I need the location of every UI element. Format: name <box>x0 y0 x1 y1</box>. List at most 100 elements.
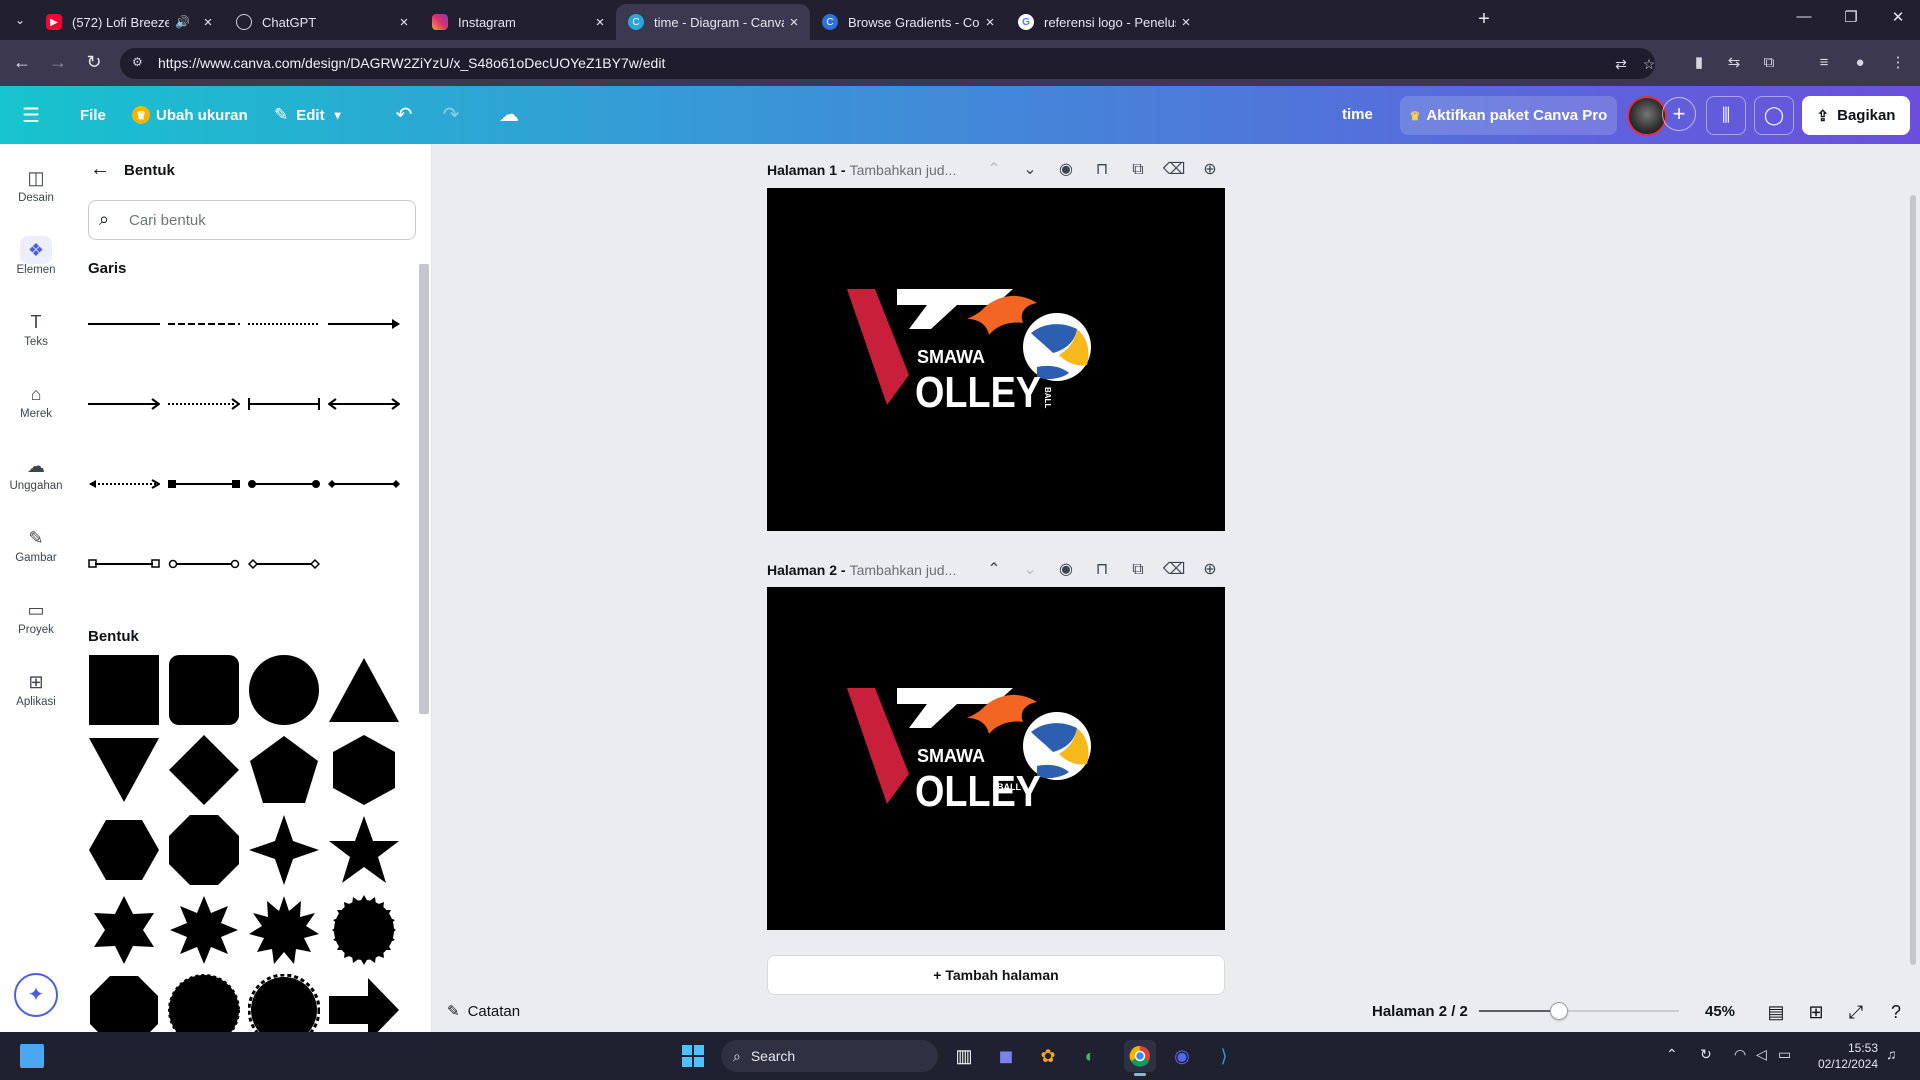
battery-icon[interactable]: ▭ <box>1778 1046 1791 1063</box>
zoom-slider-handle[interactable] <box>1550 1002 1568 1020</box>
browser-tab-youtube[interactable]: ▶ (572) Lofi Breeze: Beats to St 🔊 × <box>34 4 224 40</box>
close-tab-icon[interactable]: × <box>980 14 1000 31</box>
rail-item-desain[interactable]: ◫ Desain <box>0 164 72 224</box>
rail-item-teks[interactable]: T Teks <box>0 308 72 368</box>
line-arrow-open[interactable] <box>88 384 161 424</box>
page-1-canvas[interactable]: SMAWA OLLEY BALL <box>767 188 1225 531</box>
menu-hamburger-icon[interactable]: ☰ <box>22 99 48 131</box>
volleyball-logo[interactable]: SMAWA OLLEY BALL <box>847 283 1107 443</box>
page-2-canvas[interactable]: SMAWA OLLEY BALL <box>767 587 1225 930</box>
avatar[interactable] <box>1627 96 1667 136</box>
magic-sparkle-button[interactable]: ✦ <box>14 973 58 1017</box>
line-circle-ends[interactable] <box>248 464 320 504</box>
forward-arrow-icon[interactable]: → <box>46 51 70 75</box>
notification-bell-icon[interactable]: ♫ <box>1886 1046 1897 1062</box>
redo-icon[interactable]: ↷ <box>437 101 465 129</box>
browser-tab-coolors[interactable]: C Browse Gradients - Coolors × <box>810 4 1006 40</box>
minimize-window-icon[interactable]: — <box>1784 8 1824 25</box>
sync-icon[interactable]: ↻ <box>1700 1046 1712 1063</box>
browser-tab-canva[interactable]: C time - Diagram - Canva × <box>616 4 810 40</box>
back-arrow-icon[interactable]: ← <box>90 158 110 181</box>
shape-circle[interactable] <box>248 654 320 726</box>
profile-icon[interactable]: ● <box>1848 51 1872 75</box>
shape-triangle[interactable] <box>328 654 400 726</box>
file-menu-button[interactable]: File <box>80 99 106 131</box>
line-dashed[interactable] <box>168 304 240 344</box>
line-solid[interactable] <box>88 304 160 344</box>
shape-starburst[interactable] <box>328 894 400 966</box>
duplicate-icon[interactable]: ⧉ <box>1126 158 1150 182</box>
windows-start-icon[interactable] <box>677 1040 709 1072</box>
shape-hexagon[interactable] <box>328 734 400 806</box>
shape-search-input[interactable] <box>129 210 399 230</box>
tab-search-menu-button[interactable]: ⌄ <box>8 8 32 32</box>
url-text[interactable]: https://www.canva.com/design/DAGRW2ZiYzU… <box>158 55 665 71</box>
shape-octagon[interactable] <box>168 814 240 886</box>
close-tab-icon[interactable]: × <box>394 14 414 31</box>
line-open-square-ends[interactable] <box>88 544 160 584</box>
fullscreen-icon[interactable]: ⤢ <box>1843 999 1869 1025</box>
rail-item-proyek[interactable]: ▭ Proyek <box>0 596 72 656</box>
page-subtitle[interactable]: Tambahkan jud... <box>850 162 957 178</box>
hide-eye-icon[interactable]: ◉ <box>1054 158 1078 182</box>
new-tab-button[interactable]: + <box>1472 8 1496 32</box>
resize-button[interactable]: ♛ Ubah ukuran <box>132 99 248 131</box>
shape-diamond[interactable] <box>168 734 240 806</box>
page-grid-icon[interactable]: ⊞ <box>1803 999 1829 1025</box>
rail-item-unggahan[interactable]: ☁ Unggahan <box>0 452 72 512</box>
wifi-icon[interactable]: ◠ <box>1734 1046 1746 1063</box>
chevron-down-icon[interactable]: ⌄ <box>1018 158 1042 182</box>
edit-mode-button[interactable]: ✎ Edit ▾ <box>274 99 341 131</box>
notes-button[interactable]: ✎ Catatan <box>447 1002 520 1021</box>
shape-twelve-point-star[interactable] <box>248 894 320 966</box>
insights-chart-button[interactable]: ⫼ <box>1706 96 1746 135</box>
line-diamond-ends[interactable] <box>328 464 400 504</box>
tray-chevron-up-icon[interactable]: ⌃ <box>1666 1046 1678 1063</box>
speaker-icon[interactable]: 🔊 <box>175 15 190 29</box>
undo-icon[interactable]: ↶ <box>390 101 418 129</box>
shape-rounded-square[interactable] <box>168 654 240 726</box>
browser-tab-google[interactable]: G referensi logo - Penelusuran Go × <box>1006 4 1202 40</box>
line-dotted-arrow[interactable] <box>168 384 241 424</box>
shape-six-point-star[interactable] <box>88 894 160 966</box>
chevron-up-icon[interactable]: ⌃ <box>982 158 1006 182</box>
line-square-ends[interactable] <box>168 464 240 504</box>
canvas-scrollbar[interactable] <box>1910 195 1916 965</box>
browser-menu-icon[interactable]: ⋮ <box>1886 51 1910 75</box>
shape-five-point-star[interactable] <box>328 814 400 886</box>
line-dotted[interactable] <box>248 304 320 344</box>
discord-icon[interactable]: ◉ <box>1166 1040 1198 1072</box>
line-bar-ends[interactable] <box>248 384 320 424</box>
copilot-icon[interactable]: ✿ <box>1032 1040 1064 1072</box>
help-icon[interactable]: ? <box>1883 999 1909 1025</box>
line-open-diamond-ends[interactable] <box>247 544 321 584</box>
volume-icon[interactable]: ◁ <box>1756 1046 1767 1063</box>
zoom-level[interactable]: 45% <box>1705 1003 1735 1020</box>
volleyball-logo[interactable]: SMAWA OLLEY BALL <box>847 682 1107 842</box>
shape-eight-point-star[interactable] <box>168 894 240 966</box>
document-title[interactable]: time <box>1342 106 1373 123</box>
trash-icon[interactable]: ⌫ <box>1162 158 1186 182</box>
trash-icon[interactable]: ⌫ <box>1162 558 1186 582</box>
extension-docs-icon[interactable]: ▮ <box>1687 51 1711 75</box>
system-clock[interactable]: 15:53 02/12/2024 <box>1812 1040 1878 1072</box>
shape-scalloped-badge[interactable] <box>168 974 240 1032</box>
rail-item-merek[interactable]: ⌂ Merek <box>0 380 72 440</box>
widgets-icon[interactable] <box>20 1044 44 1068</box>
page-indicator[interactable]: Halaman 2 / 2 <box>1372 1003 1468 1020</box>
browser-tab-chatgpt[interactable]: ChatGPT × <box>224 4 420 40</box>
hide-eye-icon[interactable]: ◉ <box>1054 558 1078 582</box>
shape-seal-badge[interactable] <box>248 974 320 1032</box>
address-bar[interactable]: ⚙ https://www.canva.com/design/DAGRW2ZiY… <box>120 48 1655 79</box>
duplicate-icon[interactable]: ⧉ <box>1126 558 1150 582</box>
panel-scrollbar-thumb[interactable] <box>419 264 429 714</box>
chevron-up-icon[interactable]: ⌃ <box>982 558 1006 582</box>
line-dotted-double-arrow[interactable] <box>88 464 162 504</box>
vscode-icon[interactable]: ⟩ <box>1208 1040 1240 1072</box>
add-page-icon[interactable]: ⊕ <box>1198 158 1222 182</box>
line-double-arrow[interactable] <box>327 384 401 424</box>
back-arrow-icon[interactable]: ← <box>10 51 34 75</box>
rail-item-gambar[interactable]: ✎ Gambar <box>0 524 72 584</box>
lock-icon[interactable]: ⊓ <box>1090 558 1114 582</box>
restore-window-icon[interactable]: ❐ <box>1831 8 1871 26</box>
